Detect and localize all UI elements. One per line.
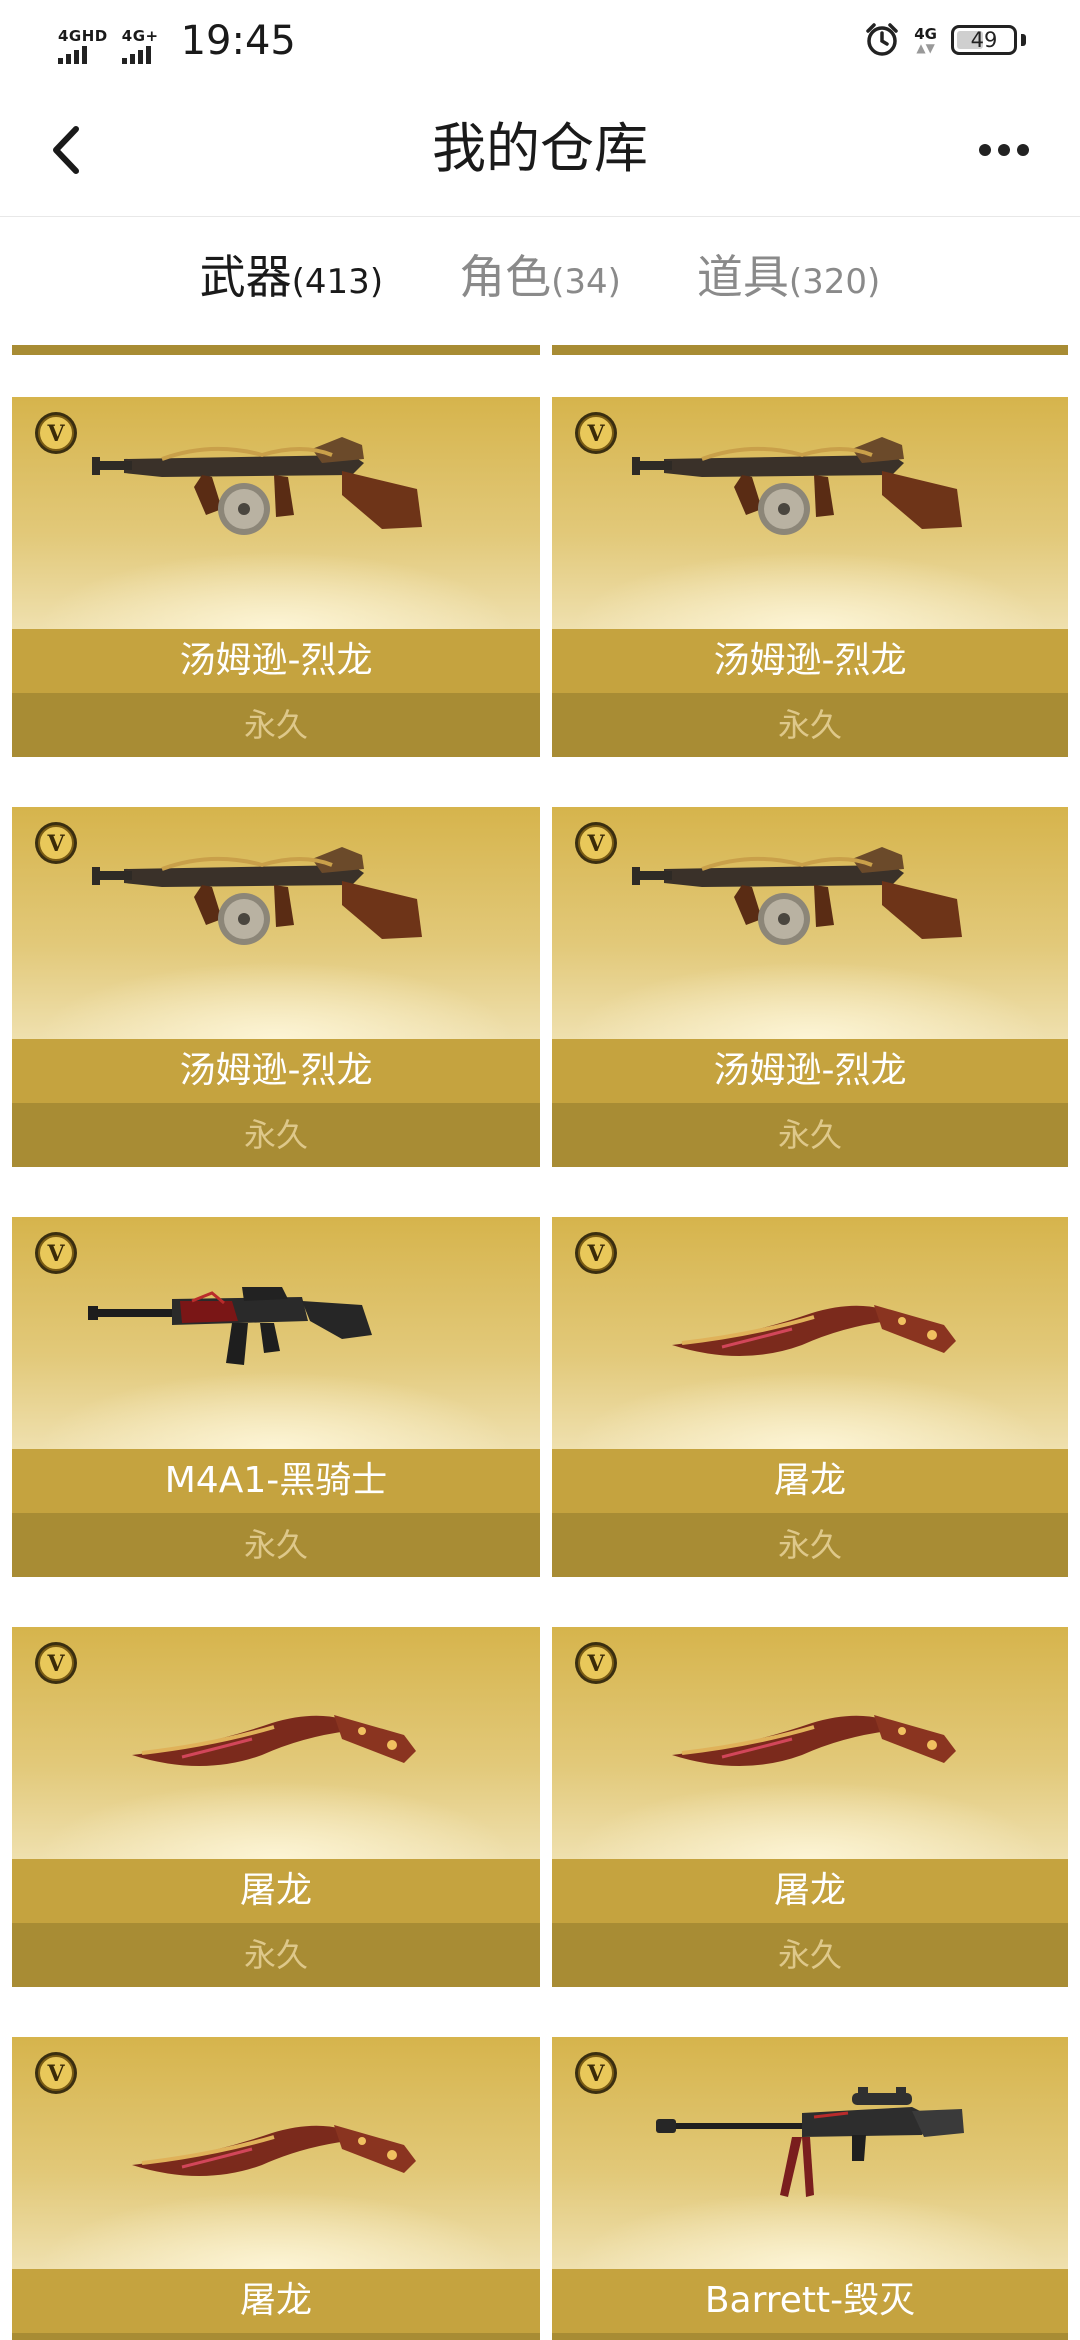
- weapon-thompson-icon: [632, 437, 962, 535]
- more-dot-icon: [979, 144, 991, 156]
- weapon-duration: 永久: [243, 1936, 308, 1974]
- weapon-duration: 永久: [777, 1116, 842, 1154]
- weapon-image: V: [552, 1217, 1068, 1449]
- weapon-card[interactable]: V 汤姆逊-烈龙 永久: [552, 397, 1068, 757]
- partial-card-bottom[interactable]: [552, 345, 1068, 355]
- battery-level: 49: [970, 28, 998, 52]
- weapon-barrett-icon: [656, 2087, 964, 2197]
- more-dot-icon: [1017, 144, 1029, 156]
- weapon-card[interactable]: V 屠龙永久: [12, 1627, 540, 1987]
- card-duration-band: 永久: [552, 2333, 1068, 2340]
- battery-nub: [1021, 34, 1026, 46]
- card-name-band: 屠龙: [552, 1449, 1068, 1513]
- weapon-image: V: [552, 2037, 1068, 2269]
- card-name-band: Barrett-毁灭: [552, 2269, 1068, 2333]
- weapon-kukri-icon: [132, 2125, 416, 2176]
- weapon-duration: 永久: [777, 1526, 842, 1564]
- card-name-band: 屠龙: [12, 2269, 540, 2333]
- card-name-band: 屠龙: [552, 1859, 1068, 1923]
- weapon-name: 屠龙: [773, 1460, 846, 1501]
- card-name-band: 汤姆逊-烈龙: [552, 1039, 1068, 1103]
- partial-card-bottom[interactable]: [12, 345, 540, 355]
- weapon-duration: 永久: [243, 706, 308, 744]
- weapon-thompson-icon: [632, 847, 962, 945]
- weapon-thompson-icon: [92, 847, 422, 945]
- category-tabs: 武器 (413) 角色 (34) 道具 (320): [0, 217, 1080, 345]
- weapon-card[interactable]: V 屠龙永久: [552, 1627, 1068, 1987]
- tab-characters[interactable]: 角色 (34): [459, 217, 621, 345]
- network-icon: 4G ▲▼: [914, 25, 937, 55]
- weapon-name: 汤姆逊-烈龙: [179, 1050, 373, 1091]
- weapon-card[interactable]: V 汤姆逊-烈龙 永久: [552, 807, 1068, 1167]
- weapon-card[interactable]: V M4A1-黑骑士 永久: [12, 1217, 540, 1577]
- weapon-card[interactable]: V Barrett-毁灭永久: [552, 2037, 1068, 2340]
- weapon-duration: 永久: [243, 1116, 308, 1154]
- sim2-signal-icon: 4G+: [121, 28, 159, 64]
- weapon-image: V: [12, 1217, 540, 1449]
- weapon-name: M4A1-黑骑士: [164, 1460, 388, 1501]
- weapon-image: V: [12, 807, 540, 1039]
- alarm-icon: [864, 22, 900, 58]
- weapon-name: Barrett-毁灭: [704, 2280, 916, 2321]
- weapon-image: V: [552, 807, 1068, 1039]
- weapon-card[interactable]: V 屠龙永久: [552, 1217, 1068, 1577]
- card-name-band: M4A1-黑骑士: [12, 1449, 540, 1513]
- card-duration-band: 永久: [552, 1103, 1068, 1167]
- weapon-duration: 永久: [777, 706, 842, 744]
- more-dot-icon: [998, 144, 1010, 156]
- weapon-image: V: [552, 1627, 1068, 1859]
- card-duration-band: 永久: [12, 1103, 540, 1167]
- weapon-thompson-icon: [92, 437, 422, 535]
- weapon-card[interactable]: V 屠龙永久: [12, 2037, 540, 2340]
- card-duration-band: 永久: [12, 2333, 540, 2340]
- card-duration-band: 永久: [12, 1923, 540, 1987]
- card-duration-band: 永久: [552, 693, 1068, 757]
- weapon-card[interactable]: V 汤姆逊-烈龙 永久: [12, 807, 540, 1167]
- weapon-grid[interactable]: V 汤姆逊-烈龙 永久 V 汤姆逊-烈龙 永久 V 汤姆逊-烈龙 永久 V 汤姆…: [0, 345, 1080, 2340]
- weapon-kukri-icon: [132, 1715, 416, 1766]
- weapon-image: V: [12, 2037, 540, 2269]
- page-title: 我的仓库: [432, 117, 648, 180]
- clock: 19:45: [180, 18, 296, 64]
- weapon-name: 汤姆逊-烈龙: [713, 640, 907, 681]
- card-duration-band: 永久: [552, 1513, 1068, 1577]
- weapon-image: V: [552, 397, 1068, 629]
- card-duration-band: 永久: [12, 1513, 540, 1577]
- battery-icon: 49: [951, 25, 1017, 55]
- weapon-name: 屠龙: [239, 2280, 312, 2321]
- weapon-image: V: [12, 1627, 540, 1859]
- tab-items[interactable]: 道具 (320): [697, 217, 880, 345]
- weapon-kukri-icon: [672, 1305, 956, 1356]
- card-name-band: 汤姆逊-烈龙: [12, 629, 540, 693]
- status-bar: 4GHD 4G+ 19:45 4G ▲▼ 49: [0, 0, 1080, 84]
- card-name-band: 屠龙: [12, 1859, 540, 1923]
- weapon-name: 屠龙: [239, 1870, 312, 1911]
- weapon-name: 汤姆逊-烈龙: [713, 1050, 907, 1091]
- card-duration-band: 永久: [12, 693, 540, 757]
- weapon-duration: 永久: [777, 1936, 842, 1974]
- weapon-card[interactable]: V 汤姆逊-烈龙 永久: [12, 397, 540, 757]
- weapon-duration: 永久: [243, 1526, 308, 1564]
- card-name-band: 汤姆逊-烈龙: [552, 629, 1068, 693]
- more-options-button[interactable]: [964, 124, 1044, 176]
- tab-weapons[interactable]: 武器 (413): [200, 217, 383, 345]
- weapon-name: 屠龙: [773, 1870, 846, 1911]
- weapon-m4a1-icon: [88, 1287, 372, 1365]
- card-duration-band: 永久: [552, 1923, 1068, 1987]
- weapon-name: 汤姆逊-烈龙: [179, 640, 373, 681]
- weapon-kukri-icon: [672, 1715, 956, 1766]
- title-bar: 我的仓库: [0, 84, 1080, 217]
- sim1-signal-icon: 4GHD: [58, 28, 108, 64]
- weapon-image: V: [12, 397, 540, 629]
- card-name-band: 汤姆逊-烈龙: [12, 1039, 540, 1103]
